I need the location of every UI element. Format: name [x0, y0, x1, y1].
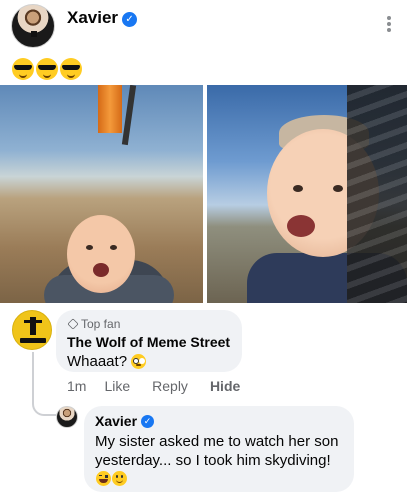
top-fan-badge: Top fan	[67, 317, 231, 331]
comment-timestamp[interactable]: 1m	[67, 378, 86, 394]
comment-text-content: Whaaat?	[67, 353, 128, 370]
top-fan-icon	[67, 319, 77, 329]
parachute-harness	[347, 85, 407, 303]
sunglasses-face-icon	[60, 58, 82, 80]
sunglasses-face-icon	[36, 58, 58, 80]
comment-bubble: Top fan The Wolf of Meme Street Whaaat?	[56, 310, 242, 372]
reply-text-content: My sister asked me to watch her son yest…	[95, 433, 339, 469]
smiling-face-icon	[112, 471, 127, 486]
reply-button[interactable]: Reply	[152, 378, 188, 394]
commenter-avatar[interactable]	[12, 310, 52, 350]
hide-button[interactable]: Hide	[210, 378, 240, 394]
author-name-text[interactable]: Xavier	[67, 8, 118, 27]
post-caption	[12, 58, 82, 82]
sunglasses-face-icon	[12, 58, 34, 80]
baby-face	[67, 215, 135, 293]
like-button[interactable]: Like	[104, 378, 130, 394]
author-name[interactable]: Xavier ✓	[67, 8, 138, 28]
reply-author-name[interactable]: Xavier ✓	[95, 413, 343, 429]
post-photo-1[interactable]	[0, 85, 203, 303]
comment-text: Whaaat?	[67, 353, 231, 370]
more-options-icon[interactable]	[385, 14, 393, 32]
reply-author-name-text[interactable]: Xavier	[95, 413, 137, 429]
reply-bubble: Xavier ✓ My sister asked me to watch her …	[84, 406, 354, 492]
flushed-face-icon	[131, 354, 147, 369]
post-header: Xavier ✓	[0, 0, 407, 52]
commenter-name[interactable]: The Wolf of Meme Street	[67, 334, 231, 350]
reply-text: My sister asked me to watch her son yest…	[95, 432, 343, 489]
author-avatar[interactable]	[11, 4, 55, 48]
post-photo-2[interactable]	[207, 85, 407, 303]
reply-author-avatar[interactable]	[56, 406, 78, 428]
verified-badge-icon: ✓	[141, 414, 155, 428]
parachute-strap	[98, 85, 122, 133]
verified-badge-icon: ✓	[122, 12, 138, 27]
laughing-face-icon	[96, 471, 111, 486]
comment-actions: 1m Like Reply Hide	[67, 378, 240, 394]
top-fan-label: Top fan	[81, 317, 121, 331]
thread-connector	[32, 352, 56, 416]
